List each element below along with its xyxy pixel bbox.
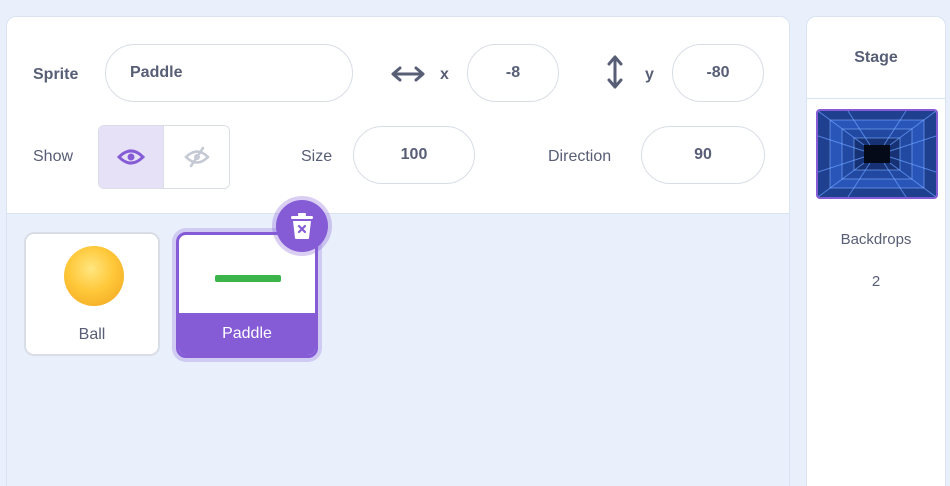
sprite-name-input[interactable]: Paddle	[105, 44, 353, 102]
y-position-input[interactable]: -80	[672, 44, 764, 102]
horizontal-arrow-icon	[391, 66, 425, 82]
backdrops-label: Backdrops	[840, 231, 912, 248]
direction-input[interactable]: 90	[641, 126, 765, 184]
delete-sprite-button[interactable]	[276, 200, 328, 252]
show-sprite-button[interactable]	[99, 126, 164, 188]
stage-pane: Stage Backdrops 2	[806, 16, 946, 486]
sprite-label: Sprite	[33, 66, 79, 83]
sprite-pane: Sprite Paddle x -8 y -80 Show Size 100 D…	[6, 16, 790, 486]
stage-title: Stage	[807, 17, 945, 99]
sprite-tile-ball[interactable]: Ball	[24, 232, 160, 356]
eye-slash-icon	[183, 146, 210, 168]
backdrops-count: 2	[871, 273, 881, 290]
sprite-info-panel: Sprite Paddle x -8 y -80 Show Size 100 D…	[7, 17, 789, 214]
show-label: Show	[33, 148, 74, 165]
show-toggle-group	[98, 125, 230, 189]
hide-sprite-button[interactable]	[164, 126, 229, 188]
vertical-arrow-icon	[607, 55, 623, 89]
y-label: y	[645, 66, 654, 83]
x-label: x	[440, 66, 449, 83]
sprite-tile-label: Ball	[78, 326, 106, 343]
size-label: Size	[301, 148, 333, 165]
trash-icon	[291, 213, 313, 239]
ball-costume-thumbnail	[64, 246, 124, 306]
tunnel-backdrop-image	[818, 111, 936, 197]
x-position-input[interactable]: -8	[467, 44, 559, 102]
direction-label: Direction	[548, 148, 612, 165]
sprite-tile-label: Paddle	[179, 313, 315, 355]
paddle-costume-thumbnail	[215, 275, 281, 282]
size-input[interactable]: 100	[353, 126, 475, 184]
stage-backdrop-thumbnail[interactable]	[816, 109, 938, 199]
eye-icon	[117, 149, 145, 165]
